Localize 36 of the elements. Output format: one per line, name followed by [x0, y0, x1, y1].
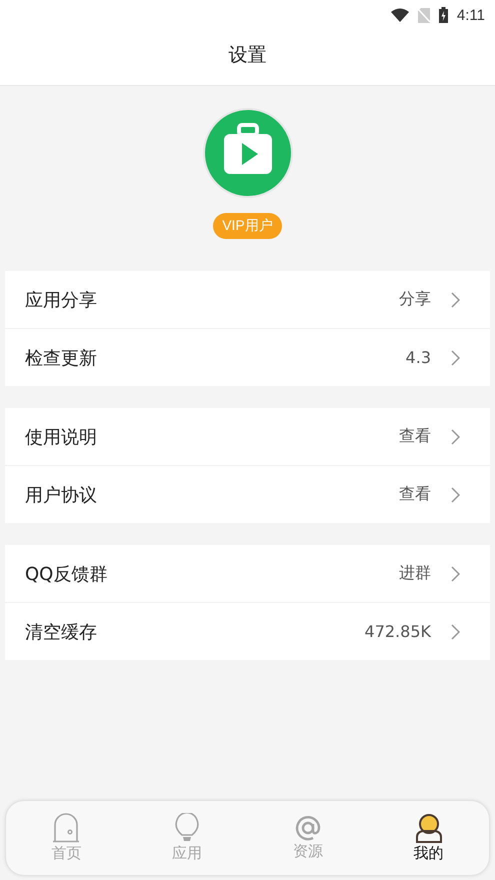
page-title: 设置 [228, 42, 266, 68]
settings-row[interactable]: 使用说明 查看 [5, 408, 490, 466]
row-value: 查看 [399, 426, 431, 447]
settings-row[interactable]: 检查更新 4.3 [5, 329, 490, 386]
user-icon [414, 813, 443, 843]
chevron-right-icon [451, 624, 460, 640]
no-sim-icon [418, 8, 430, 22]
chevron-right-icon [451, 428, 460, 444]
row-value: 进群 [399, 563, 431, 584]
app-logo-icon [202, 108, 292, 198]
row-label: QQ反馈群 [25, 562, 108, 586]
row-label: 应用分享 [25, 288, 98, 312]
lightbulb-icon [174, 813, 200, 843]
row-value: 查看 [399, 484, 431, 505]
chevron-right-icon [451, 566, 460, 582]
row-value: 分享 [399, 289, 431, 310]
chevron-right-icon [451, 486, 460, 502]
row-label: 使用说明 [25, 426, 98, 448]
row-label: 检查更新 [25, 346, 98, 370]
settings-row[interactable]: QQ反馈群 进群 [5, 545, 490, 603]
at-sign-icon [294, 815, 321, 841]
vip-badge: VIP用户 [213, 213, 282, 239]
battery-icon [438, 7, 448, 23]
row-value: 472.85K [364, 622, 431, 641]
chevron-right-icon [451, 350, 460, 366]
wifi-icon [390, 8, 409, 22]
settings-row[interactable]: 应用分享 分享 [5, 271, 490, 329]
tab-button[interactable]: 我的 [368, 801, 489, 875]
status-time: 4:11 [456, 6, 485, 24]
row-label: 用户协议 [25, 484, 98, 506]
row-label: 清空缓存 [25, 620, 98, 644]
settings-row[interactable]: 清空缓存 472.85K [5, 603, 490, 660]
settings-row[interactable]: 用户协议 查看 [5, 466, 490, 523]
chevron-right-icon [451, 292, 460, 308]
row-value: 4.3 [406, 348, 431, 367]
door-icon [52, 813, 80, 843]
